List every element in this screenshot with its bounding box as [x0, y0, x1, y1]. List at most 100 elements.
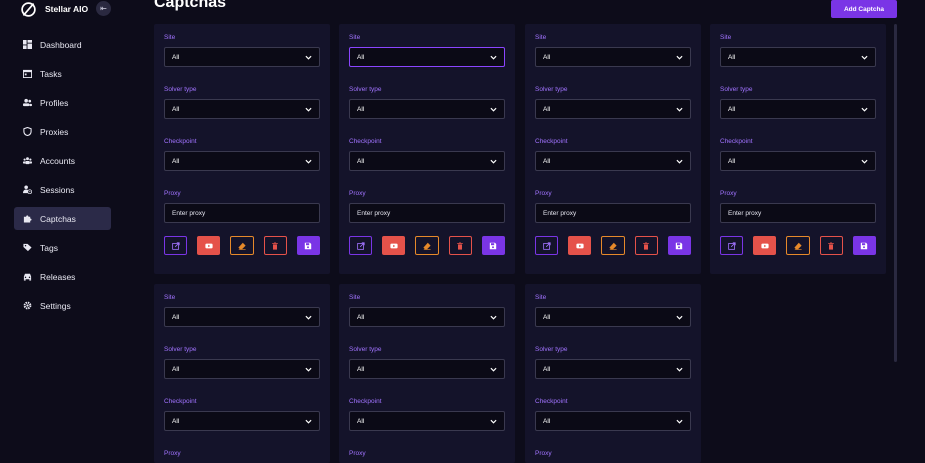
youtube-icon — [205, 243, 213, 248]
trash-icon — [272, 241, 279, 250]
checkpoint-select[interactable]: All — [535, 411, 691, 431]
scrollbar[interactable] — [894, 24, 897, 362]
checkpoint-select[interactable]: All — [720, 151, 876, 171]
site-label: Site — [720, 34, 732, 41]
chevron-down-icon — [490, 107, 497, 112]
delete-button[interactable] — [263, 236, 287, 255]
youtube-button[interactable] — [753, 236, 777, 255]
solver-type-select[interactable]: All — [349, 359, 505, 379]
site-select[interactable]: All — [535, 47, 691, 67]
brand: Stellar AIO — [20, 0, 88, 18]
chevron-down-icon — [305, 367, 312, 372]
youtube-button[interactable] — [197, 236, 221, 255]
open-button[interactable] — [535, 236, 559, 255]
open-button[interactable] — [349, 236, 373, 255]
youtube-button[interactable] — [568, 236, 592, 255]
proxy-label: Proxy — [349, 190, 366, 197]
clear-button[interactable] — [786, 236, 810, 255]
proxy-input[interactable]: Enter proxy — [535, 203, 691, 223]
checkpoint-select[interactable]: All — [349, 151, 505, 171]
checkpoint-select[interactable]: All — [349, 411, 505, 431]
solver-type-value: All — [543, 105, 551, 113]
card-actions — [720, 236, 877, 255]
site-select[interactable]: All — [164, 307, 320, 327]
sidebar-item-captchas[interactable]: Captchas — [14, 207, 111, 230]
checkpoint-select[interactable]: All — [164, 411, 320, 431]
sidebar-item-profiles[interactable]: Profiles — [14, 91, 111, 114]
chevron-down-icon — [490, 159, 497, 164]
chevron-down-icon — [490, 315, 497, 320]
proxy-placeholder: Enter proxy — [172, 209, 206, 217]
site-select[interactable]: All — [720, 47, 876, 67]
sidebar-item-sessions[interactable]: Sessions — [14, 178, 111, 201]
delete-button[interactable] — [634, 236, 658, 255]
chevron-down-icon — [305, 315, 312, 320]
checkpoint-value: All — [543, 157, 551, 165]
site-select[interactable]: All — [164, 47, 320, 67]
checkpoint-select[interactable]: All — [164, 151, 320, 171]
sidebar-item-accounts[interactable]: Accounts — [14, 149, 111, 172]
youtube-button[interactable] — [382, 236, 406, 255]
save-button[interactable] — [481, 236, 506, 255]
proxy-input[interactable]: Enter proxy — [164, 203, 320, 223]
solver-type-label: Solver type — [720, 86, 753, 93]
sidebar-item-releases[interactable]: Releases — [14, 265, 111, 288]
site-value: All — [357, 313, 365, 321]
page-title: Captchas — [154, 0, 227, 11]
save-button[interactable] — [667, 236, 692, 255]
solver-type-select[interactable]: All — [164, 99, 320, 119]
solver-type-select[interactable]: All — [720, 99, 876, 119]
sidebar-item-dashboard[interactable]: Dashboard — [14, 33, 111, 56]
open-button[interactable] — [720, 236, 744, 255]
add-captcha-button[interactable]: Add Captcha — [831, 0, 897, 18]
solver-type-select[interactable]: All — [535, 359, 691, 379]
eraser-icon — [238, 242, 246, 250]
site-select[interactable]: All — [535, 307, 691, 327]
open-button[interactable] — [164, 236, 188, 255]
sidebar-item-label: Tasks — [40, 68, 62, 79]
proxy-label: Proxy — [535, 450, 552, 457]
collapse-sidebar-button[interactable]: ⇤ — [96, 1, 111, 16]
solver-type-select[interactable]: All — [164, 359, 320, 379]
site-value: All — [543, 313, 551, 321]
solver-type-label: Solver type — [164, 86, 197, 93]
chevron-down-icon — [305, 55, 312, 60]
save-button[interactable] — [852, 236, 877, 255]
chevron-down-icon — [861, 159, 868, 164]
youtube-icon — [390, 243, 398, 248]
proxy-label: Proxy — [535, 190, 552, 197]
sidebar-item-label: Sessions — [40, 184, 75, 195]
save-icon — [305, 242, 312, 249]
save-icon — [676, 242, 683, 249]
save-button[interactable] — [296, 236, 321, 255]
site-select[interactable]: All — [349, 47, 505, 67]
proxy-input[interactable]: Enter proxy — [349, 203, 505, 223]
arrow-left-icon: ⇤ — [100, 4, 107, 13]
captcha-card: Site All Solver type All Checkpoint All … — [525, 24, 701, 274]
solver-type-value: All — [543, 365, 551, 373]
solver-type-select[interactable]: All — [349, 99, 505, 119]
delete-button[interactable] — [448, 236, 472, 255]
site-select[interactable]: All — [349, 307, 505, 327]
people-icon — [23, 98, 32, 107]
delete-button[interactable] — [819, 236, 843, 255]
checkpoint-label: Checkpoint — [535, 398, 568, 405]
sidebar-item-settings[interactable]: Settings — [14, 294, 111, 317]
clear-button[interactable] — [415, 236, 439, 255]
sidebar-item-label: Tags — [40, 242, 58, 253]
external-link-icon — [171, 241, 180, 250]
clear-button[interactable] — [601, 236, 625, 255]
sidebar-item-proxies[interactable]: Proxies — [14, 120, 111, 143]
checkpoint-label: Checkpoint — [349, 138, 382, 145]
eraser-icon — [423, 242, 431, 250]
checkpoint-value: All — [357, 417, 365, 425]
checkpoint-label: Checkpoint — [535, 138, 568, 145]
solver-type-select[interactable]: All — [535, 99, 691, 119]
clear-button[interactable] — [230, 236, 254, 255]
checkpoint-select[interactable]: All — [535, 151, 691, 171]
sidebar-item-tags[interactable]: Tags — [14, 236, 111, 259]
chevron-down-icon — [305, 419, 312, 424]
sidebar-item-tasks[interactable]: Tasks — [14, 62, 111, 85]
proxy-input[interactable]: Enter proxy — [720, 203, 876, 223]
proxy-placeholder: Enter proxy — [543, 209, 577, 217]
